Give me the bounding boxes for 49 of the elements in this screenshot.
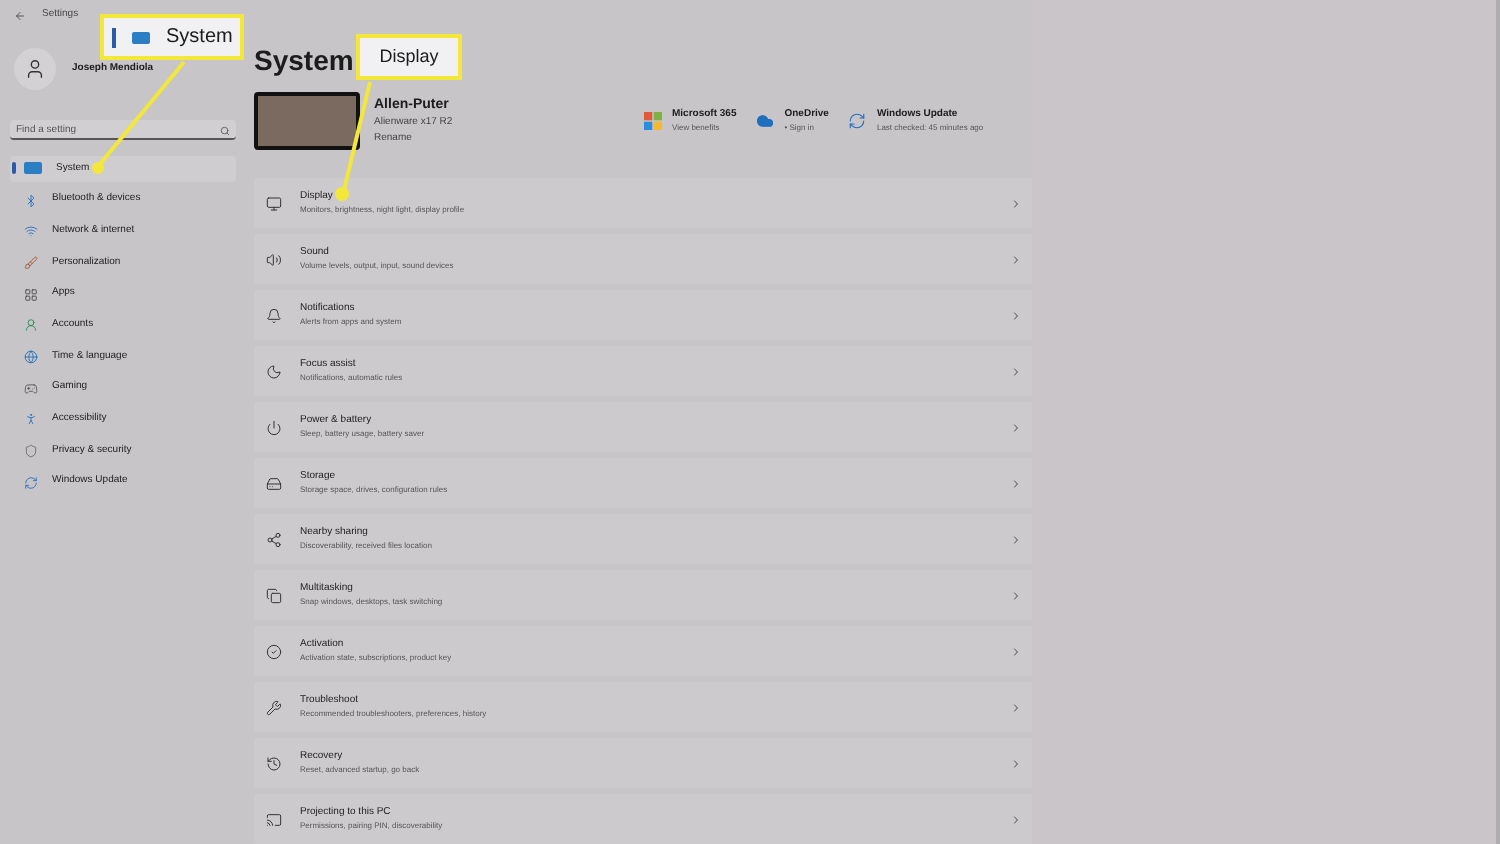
- selection-indicator: [12, 162, 15, 174]
- grid-icon: [24, 287, 38, 302]
- selection-indicator: [112, 27, 116, 47]
- person-icon: [24, 318, 38, 333]
- moon-icon: [266, 363, 282, 379]
- accessibility-icon: [24, 412, 38, 427]
- chevron-right-icon: [1010, 197, 1022, 209]
- share-icon: [266, 531, 282, 547]
- gamepad-icon: [24, 381, 38, 396]
- chevron-right-icon: [1010, 813, 1022, 825]
- power-icon: [266, 419, 282, 435]
- four-squares-icon: [644, 112, 662, 130]
- brush-icon: [24, 255, 38, 270]
- monitor-icon: [132, 31, 150, 43]
- chevron-right-icon: [1010, 589, 1022, 601]
- wrench-icon: [266, 699, 282, 715]
- projector-icon: [266, 811, 282, 827]
- chevron-right-icon: [1010, 421, 1022, 433]
- globe-icon: [24, 349, 38, 364]
- cloud-icon: [756, 112, 775, 130]
- chevron-right-icon: [1010, 477, 1022, 489]
- chevron-right-icon: [1010, 701, 1022, 713]
- monitor-icon: [24, 162, 42, 175]
- page-title: System: [254, 42, 354, 78]
- photo-placeholder: [254, 92, 360, 150]
- back-arrow-icon[interactable]: [14, 10, 26, 22]
- callout-label: System: [100, 14, 244, 60]
- drive-icon: [266, 475, 282, 491]
- search-icon: [220, 125, 230, 135]
- bluetooth-icon: [24, 193, 38, 208]
- chevron-right-icon: [1010, 533, 1022, 545]
- check-circle-icon: [266, 643, 282, 659]
- chevron-right-icon: [1010, 645, 1022, 657]
- windows-icon: [266, 587, 282, 603]
- chevron-right-icon: [1010, 365, 1022, 377]
- recovery-icon: [266, 755, 282, 771]
- update-icon: [24, 475, 38, 490]
- monitor-icon: [266, 195, 282, 211]
- person-icon: [24, 58, 46, 80]
- shield-icon: [24, 444, 38, 459]
- bell-icon: [266, 307, 282, 323]
- chevron-right-icon: [1010, 757, 1022, 769]
- chevron-right-icon: [1010, 309, 1022, 321]
- callout-label: Display: [356, 34, 462, 80]
- update-icon: [848, 112, 867, 130]
- leader-line: [335, 81, 372, 201]
- speaker-icon: [266, 251, 282, 267]
- wifi-icon: [24, 224, 38, 239]
- chevron-right-icon: [1010, 253, 1022, 265]
